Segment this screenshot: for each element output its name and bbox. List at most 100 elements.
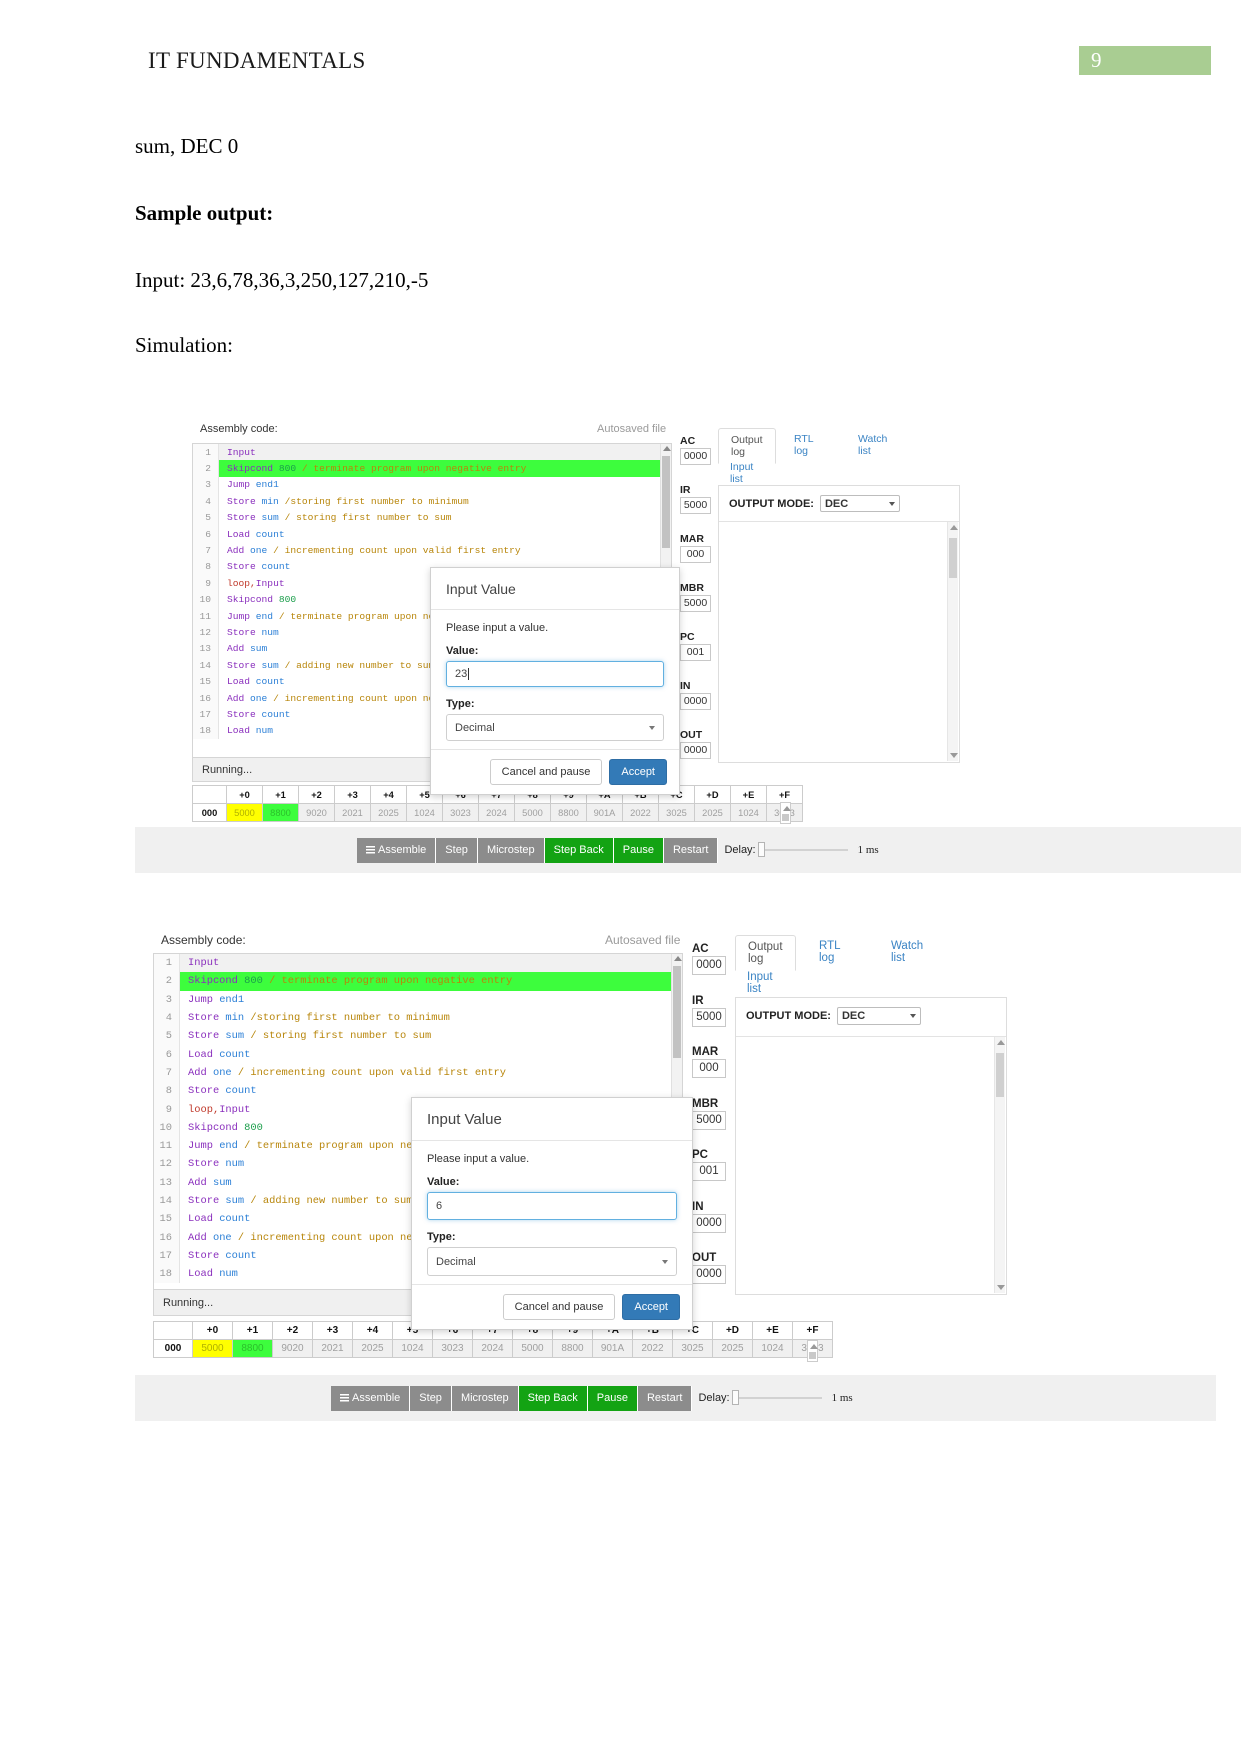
memory-cell[interactable]: 2022 (622, 803, 659, 822)
register-value[interactable]: 5000 (692, 1110, 726, 1130)
scroll-up-arrow-icon[interactable] (997, 1040, 1005, 1045)
memory-scrollbar[interactable] (780, 802, 791, 824)
value-input[interactable]: 6 (427, 1192, 677, 1220)
memory-cell[interactable]: 2021 (312, 1339, 353, 1358)
accept-button[interactable]: Accept (609, 759, 667, 785)
register-value[interactable]: 5000 (692, 1007, 726, 1027)
memory-scroll-thumb[interactable] (809, 1352, 816, 1359)
register-value[interactable]: 0000 (680, 742, 711, 759)
memory-cell[interactable]: 9020 (298, 803, 335, 822)
memory-cell[interactable]: 1024 (752, 1339, 793, 1358)
tab-input-list[interactable]: Input list (735, 966, 785, 1000)
memory-cell[interactable]: 2021 (334, 803, 371, 822)
scroll-up-arrow-icon[interactable] (783, 806, 791, 811)
memory-cell[interactable]: 3023 (432, 1339, 473, 1358)
code-scroll-thumb[interactable] (662, 456, 670, 548)
tab-rtl-log[interactable]: RTL log (807, 935, 852, 969)
restart-button[interactable]: Restart (663, 837, 719, 863)
tab-rtl-log[interactable]: RTL log (782, 428, 825, 462)
register-value[interactable]: 0000 (680, 448, 711, 465)
memory-cell[interactable]: 8800 (550, 803, 587, 822)
code-line[interactable]: 7 Add one / incrementing count upon valid… (154, 1063, 682, 1083)
tab-watch-list[interactable]: Watch list (879, 935, 935, 969)
memory-cell[interactable]: 2024 (478, 803, 515, 822)
code-line[interactable]: 2 Skipcond 800 / terminate program upon n… (193, 460, 671, 477)
register-value[interactable]: 5000 (680, 595, 711, 612)
memory-cell[interactable]: 9020 (272, 1339, 313, 1358)
microstep-button[interactable]: Microstep (451, 1385, 519, 1411)
code-line[interactable]: 2 Skipcond 800 / terminate program upon n… (154, 972, 682, 991)
memory-cell[interactable]: 5000 (514, 803, 551, 822)
pause-button[interactable]: Pause (613, 837, 664, 863)
accept-button[interactable]: Accept (622, 1294, 680, 1320)
register-value[interactable]: 001 (680, 644, 711, 661)
log-scrollbar[interactable] (947, 522, 958, 761)
delay-slider[interactable] (731, 1389, 822, 1407)
memory-cell[interactable]: 1024 (406, 803, 443, 822)
slider-knob[interactable] (757, 842, 765, 857)
register-value[interactable]: 000 (692, 1059, 726, 1078)
step-back-button[interactable]: Step Back (544, 837, 614, 863)
register-value[interactable]: 000 (680, 546, 711, 563)
register-value[interactable]: 0000 (680, 693, 711, 710)
code-line[interactable]: 7 Add one / incrementing count upon valid… (193, 542, 671, 559)
output-mode-select[interactable]: DEC (836, 1007, 921, 1025)
code-line[interactable]: 3 Jump end1 (154, 990, 682, 1009)
register-value[interactable]: 0000 (692, 1265, 726, 1284)
step-back-button[interactable]: Step Back (518, 1385, 588, 1411)
memory-cell[interactable]: 5000 (192, 1339, 233, 1358)
register-value[interactable]: 0000 (692, 1213, 726, 1233)
code-line[interactable]: 5 Store sum / storing first number to sum (193, 509, 671, 526)
scroll-up-arrow-icon[interactable] (950, 525, 958, 530)
code-line[interactable]: 1 Input (154, 954, 682, 973)
type-select[interactable]: Decimal (446, 714, 664, 741)
value-input[interactable]: 23 (446, 661, 664, 687)
code-line[interactable]: 6 Load count (154, 1045, 682, 1064)
memory-cell[interactable]: 1024 (392, 1339, 433, 1358)
restart-button[interactable]: Restart (637, 1385, 693, 1411)
memory-cell[interactable]: 2025 (370, 803, 407, 822)
log-scroll-thumb[interactable] (996, 1053, 1004, 1097)
code-line[interactable]: 5 Store sum / storing first number to sum (154, 1027, 682, 1046)
step-button[interactable]: Step (436, 837, 478, 863)
memory-cell[interactable]: 2024 (472, 1339, 513, 1358)
register-value[interactable]: 001 (692, 1162, 726, 1181)
scroll-up-arrow-icon[interactable] (810, 1344, 818, 1349)
microstep-button[interactable]: Microstep (477, 837, 545, 863)
delay-slider[interactable] (757, 841, 848, 859)
memory-scroll-thumb[interactable] (782, 814, 789, 821)
assemble-button[interactable]: Assemble (357, 837, 437, 863)
code-line[interactable]: 1 Input (193, 444, 671, 461)
memory-cell[interactable]: 3025 (672, 1339, 713, 1358)
code-line[interactable]: 6 Load count (193, 525, 671, 543)
output-mode-select[interactable]: DEC (819, 495, 900, 512)
slider-knob[interactable] (731, 1390, 739, 1405)
memory-cell[interactable]: 5000 (226, 803, 263, 822)
code-line[interactable]: 4 Store min /storing first number to mini… (154, 1008, 682, 1028)
register-value[interactable]: 0000 (692, 956, 726, 975)
pause-button[interactable]: Pause (587, 1385, 638, 1411)
memory-cell[interactable]: 2022 (632, 1339, 673, 1358)
memory-cell[interactable]: 3023 (442, 803, 479, 822)
memory-cell[interactable]: 2025 (694, 803, 731, 822)
memory-cell[interactable]: 3025 (658, 803, 695, 822)
scroll-down-arrow-icon[interactable] (950, 753, 958, 758)
memory-cell[interactable]: 901A (586, 803, 623, 822)
cancel-and-pause-button[interactable]: Cancel and pause (502, 1294, 616, 1320)
log-scroll-thumb[interactable] (949, 538, 957, 578)
memory-cell[interactable]: 8800 (552, 1339, 593, 1358)
memory-cell[interactable]: 2025 (712, 1339, 753, 1358)
code-line[interactable]: 4 Store min /storing first number to mini… (193, 493, 671, 510)
memory-cell[interactable]: 5000 (512, 1339, 553, 1358)
code-line[interactable]: 3 Jump end1 (193, 476, 671, 494)
tab-watch-list[interactable]: Watch list (846, 428, 899, 462)
memory-scrollbar[interactable] (807, 1340, 818, 1362)
scroll-up-arrow-icon[interactable] (663, 446, 671, 451)
memory-cell[interactable]: 2025 (352, 1339, 393, 1358)
memory-cell[interactable]: 1024 (730, 803, 767, 822)
scroll-up-arrow-icon[interactable] (674, 956, 682, 961)
register-value[interactable]: 5000 (680, 497, 711, 514)
log-scrollbar[interactable] (994, 1037, 1005, 1293)
scroll-down-arrow-icon[interactable] (997, 1285, 1005, 1290)
memory-cell[interactable]: 8800 (262, 803, 299, 822)
